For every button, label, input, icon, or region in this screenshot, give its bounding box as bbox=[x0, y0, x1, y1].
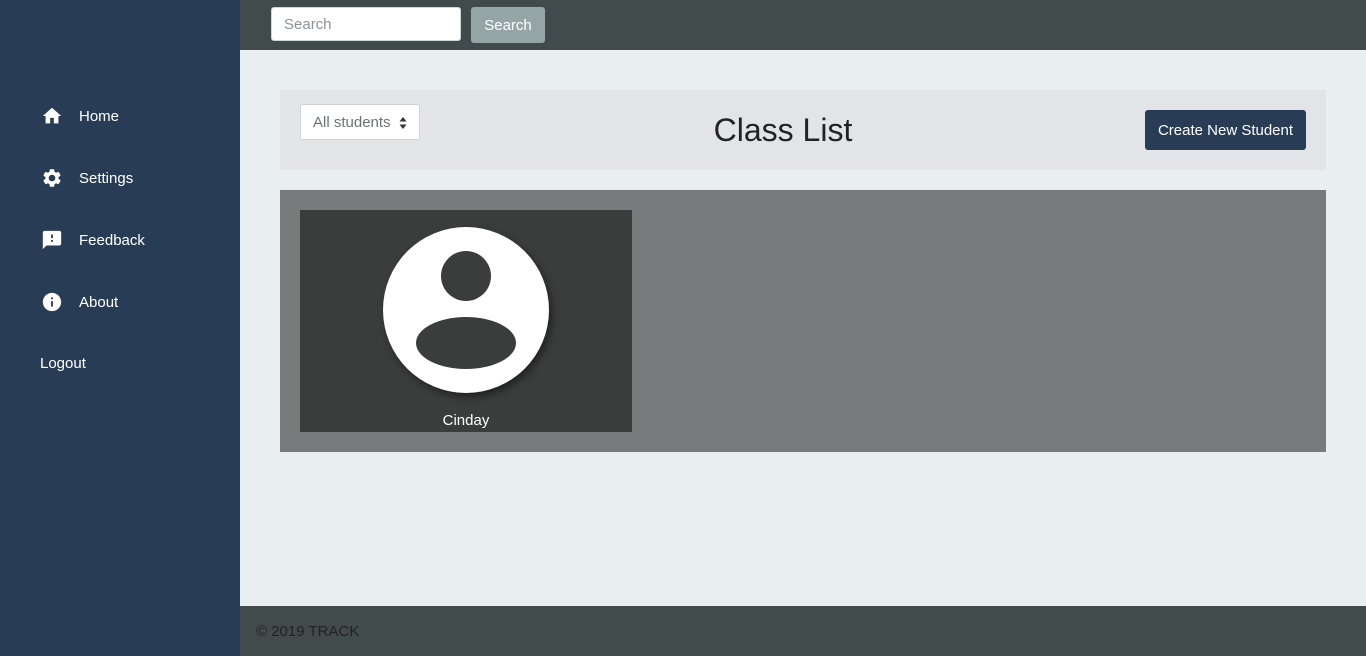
feedback-icon bbox=[40, 228, 64, 252]
sidebar-item-feedback[interactable]: Feedback bbox=[40, 228, 145, 252]
sidebar-item-label: About bbox=[79, 293, 119, 311]
topbar: Search bbox=[240, 0, 1366, 50]
sidebar-item-settings[interactable]: Settings bbox=[40, 166, 133, 190]
sidebar: Home Settings Feedback About Logout bbox=[0, 0, 240, 656]
footer: © 2019 TRACK bbox=[240, 606, 1366, 656]
student-card[interactable]: Cinday bbox=[300, 210, 632, 432]
gear-icon bbox=[40, 166, 64, 190]
logout-link[interactable]: Logout bbox=[40, 355, 86, 372]
select-arrows-icon bbox=[399, 117, 407, 129]
create-new-student-button[interactable]: Create New Student bbox=[1145, 110, 1306, 150]
page-title: Class List bbox=[713, 112, 853, 148]
student-grid: Cinday bbox=[280, 190, 1326, 452]
logout-label: Logout bbox=[40, 355, 86, 372]
student-filter-value: All students bbox=[313, 113, 391, 131]
search-input[interactable] bbox=[271, 7, 461, 41]
main-content: Class List All students Create New Stude… bbox=[240, 50, 1366, 606]
sidebar-item-about[interactable]: About bbox=[40, 290, 118, 314]
sidebar-item-home[interactable]: Home bbox=[40, 104, 119, 128]
student-filter-select[interactable]: All students bbox=[300, 104, 420, 140]
user-avatar-icon bbox=[383, 227, 549, 393]
student-name: Cinday bbox=[442, 412, 490, 429]
info-icon bbox=[40, 290, 64, 314]
sidebar-item-label: Home bbox=[79, 107, 120, 125]
sidebar-item-label: Settings bbox=[79, 169, 134, 187]
sidebar-item-label: Feedback bbox=[79, 231, 145, 249]
search-button[interactable]: Search bbox=[471, 7, 545, 43]
class-list-header: Class List All students Create New Stude… bbox=[280, 90, 1326, 170]
copyright-text: © 2019 TRACK bbox=[256, 623, 360, 640]
home-icon bbox=[40, 104, 64, 128]
